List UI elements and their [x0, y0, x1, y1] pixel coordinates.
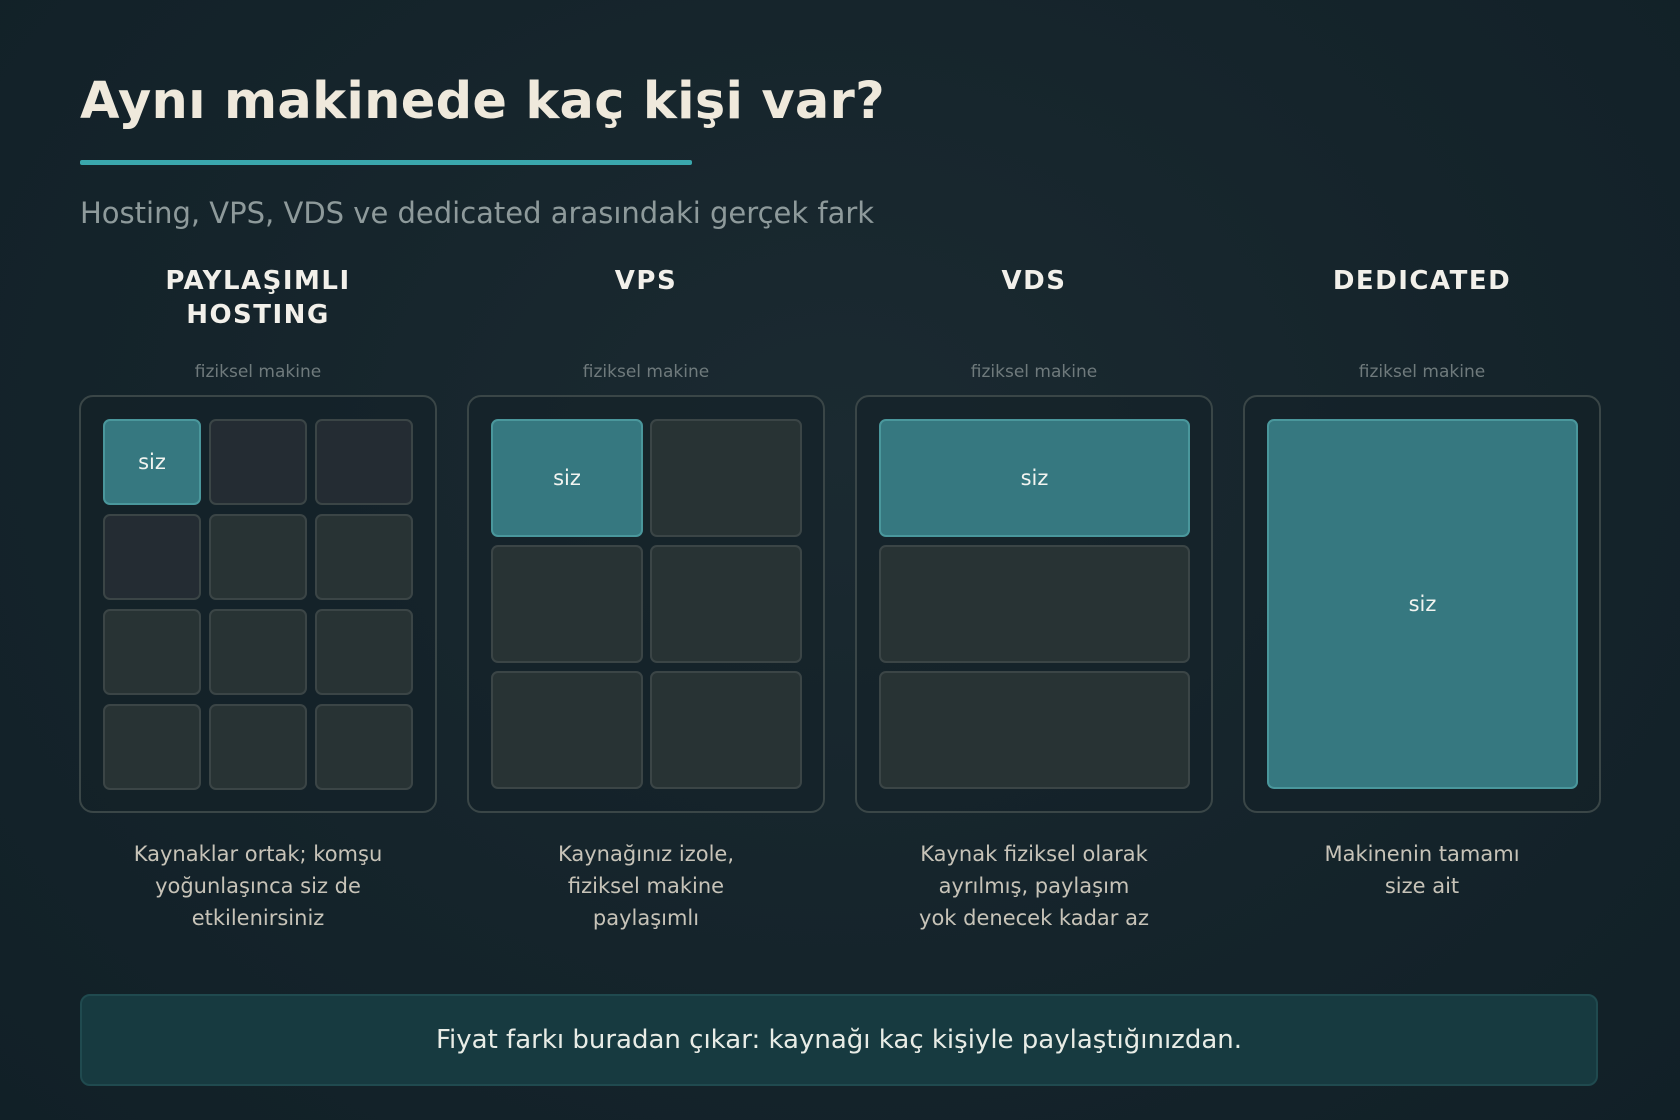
- footer-callout: Fiyat farkı buradan çıkar: kaynağı kaç k…: [80, 994, 1598, 1086]
- column-title: VPS: [467, 264, 825, 334]
- slot-you: siz: [491, 419, 643, 537]
- page-title: Aynı makinede kaç kişi var?: [80, 72, 885, 131]
- slot-neighbor: [879, 545, 1190, 663]
- slot-neighbor: [103, 704, 201, 790]
- column-title-line: DEDICATED: [1332, 266, 1512, 296]
- machine-label: fiziksel makine: [582, 362, 710, 382]
- machine-box: siz: [1243, 395, 1601, 813]
- machine-box: siz: [467, 395, 825, 813]
- slot-neighbor: [491, 545, 643, 663]
- column-vps: VPS fiziksel makine siz Kaynağınız izole…: [467, 264, 825, 930]
- column-title-line: HOSTING: [186, 300, 330, 330]
- column-dedicated: DEDICATED fiziksel makine siz Makinenin …: [1243, 264, 1601, 898]
- description-line: etkilenirsiniz: [191, 906, 325, 930]
- column-title-line: VPS: [614, 266, 678, 296]
- slot-neighbor: [209, 609, 307, 695]
- slot-neighbor: [209, 514, 307, 600]
- column-description: Kaynak fiziksel olarak ayrılmış, paylaşı…: [855, 838, 1213, 934]
- slot-neighbor: [650, 545, 802, 663]
- slot-neighbor: [491, 671, 643, 789]
- column-title: VDS: [855, 264, 1213, 334]
- slot-neighbor: [315, 609, 413, 695]
- machine-label: fiziksel makine: [194, 362, 322, 382]
- slot-you: siz: [103, 419, 201, 505]
- slot-neighbor: [879, 671, 1190, 789]
- slot-neighbor: [209, 419, 307, 505]
- column-title-line: PAYLAŞIMLI: [165, 266, 351, 296]
- description-line: yoğunlaşınca siz de: [155, 874, 361, 898]
- column-description: Kaynaklar ortak; komşu yoğunlaşınca siz …: [79, 838, 437, 934]
- slot-you: siz: [879, 419, 1190, 537]
- slot-neighbor: [103, 514, 201, 600]
- title-underline: [80, 160, 692, 165]
- description-line: Kaynağınız izole,: [557, 842, 735, 866]
- slot-neighbor: [209, 704, 307, 790]
- description-line: fiziksel makine: [567, 874, 725, 898]
- machine-box: siz: [855, 395, 1213, 813]
- column-title: DEDICATED: [1243, 264, 1601, 334]
- description-line: Makinenin tamamı: [1324, 842, 1520, 866]
- footer-text: Fiyat farkı buradan çıkar: kaynağı kaç k…: [435, 1025, 1242, 1055]
- column-description: Kaynağınız izole, fiziksel makine paylaş…: [467, 838, 825, 934]
- slot-neighbor: [650, 419, 802, 537]
- machine-box: siz: [79, 395, 437, 813]
- description-line: Kaynaklar ortak; komşu: [133, 842, 383, 866]
- machine-label: fiziksel makine: [1358, 362, 1486, 382]
- description-line: size ait: [1384, 874, 1460, 898]
- slot-neighbor: [650, 671, 802, 789]
- slot-neighbor: [315, 419, 413, 505]
- page-subtitle: Hosting, VPS, VDS ve dedicated arasındak…: [80, 196, 875, 230]
- column-shared-hosting: PAYLAŞIMLI HOSTING fiziksel makine siz K…: [79, 264, 437, 930]
- description-line: Kaynak fiziksel olarak: [920, 842, 1148, 866]
- slot-neighbor: [103, 609, 201, 695]
- column-title: PAYLAŞIMLI HOSTING: [79, 264, 437, 334]
- machine-label: fiziksel makine: [970, 362, 1098, 382]
- description-line: ayrılmış, paylaşım: [938, 874, 1130, 898]
- slot-neighbor: [315, 704, 413, 790]
- slot-you: siz: [1267, 419, 1578, 789]
- column-vds: VDS fiziksel makine siz Kaynak fiziksel …: [855, 264, 1213, 930]
- description-line: yok denecek kadar az: [919, 906, 1149, 930]
- slot-neighbor: [315, 514, 413, 600]
- column-description: Makinenin tamamı size ait: [1243, 838, 1601, 902]
- description-line: paylaşımlı: [592, 906, 700, 930]
- column-title-line: VDS: [1001, 266, 1067, 296]
